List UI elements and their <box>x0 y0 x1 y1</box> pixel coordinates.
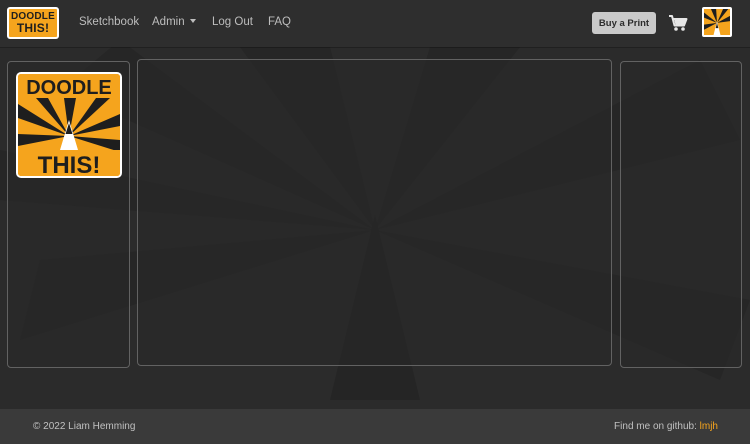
right-sidebar-panel <box>620 61 742 368</box>
nav-logout[interactable]: Log Out <box>212 16 253 28</box>
nav-admin-label: Admin <box>152 16 185 28</box>
navbar: DOODLE THIS! Sketchbook Admin Log Out FA… <box>0 0 750 47</box>
logo-line1: DOODLE <box>26 77 112 99</box>
nav-sketchbook[interactable]: Sketchbook <box>79 16 139 28</box>
doodle-this-logo: DOODLE THIS! <box>16 72 122 178</box>
nav-faq[interactable]: FAQ <box>268 16 291 28</box>
footer-github: Find me on github: lmjh <box>614 421 718 432</box>
chevron-down-icon <box>189 19 196 23</box>
main-canvas-panel <box>137 59 612 366</box>
footer: © 2022 Liam Hemming Find me on github: l… <box>0 409 750 444</box>
footer-copyright: © 2022 Liam Hemming <box>33 421 136 432</box>
avatar[interactable] <box>702 7 732 37</box>
avatar-pencil-icon <box>704 9 730 35</box>
buy-print-button[interactable]: Buy a Print <box>592 12 656 34</box>
nav-admin[interactable]: Admin <box>152 16 196 28</box>
brand-logo[interactable]: DOODLE THIS! <box>7 7 59 39</box>
brand-line2: THIS! <box>16 21 50 35</box>
footer-github-prefix: Find me on github: <box>614 421 697 432</box>
logo-line2: THIS! <box>38 152 101 176</box>
left-sidebar-panel: DOODLE THIS! <box>7 61 130 368</box>
github-link[interactable]: lmjh <box>700 421 718 432</box>
shopping-cart-icon[interactable] <box>668 14 688 32</box>
